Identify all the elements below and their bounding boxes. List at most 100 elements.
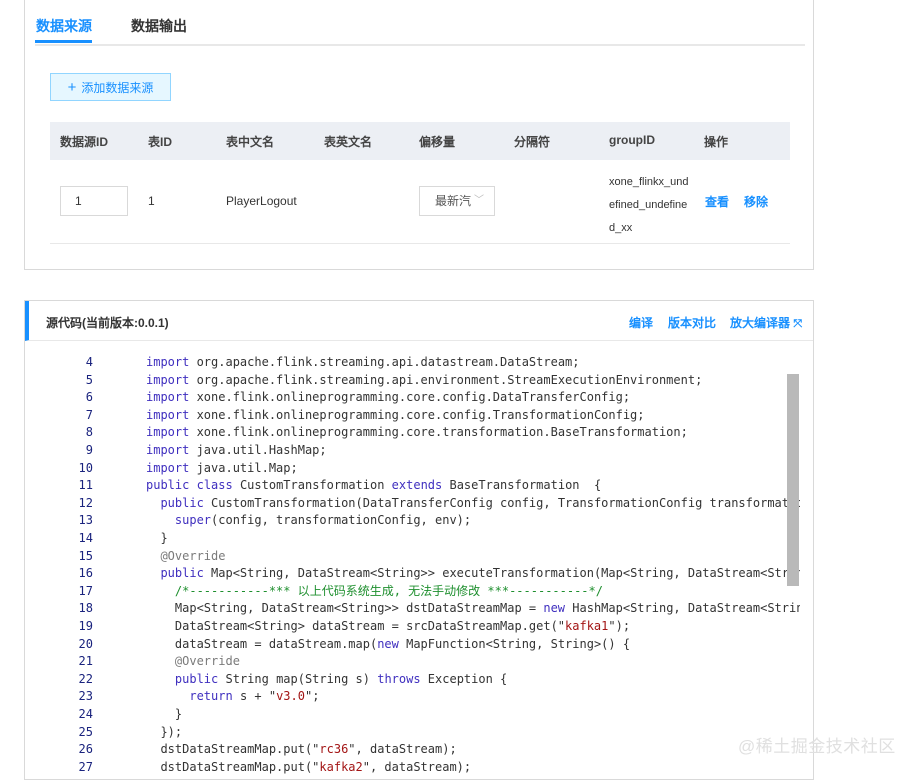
line-number: 26	[78, 742, 93, 757]
code-text: }	[146, 531, 168, 545]
code-line: 16 public Map<String, DataStream<String>…	[40, 565, 800, 583]
table-id-cell: 1	[148, 194, 155, 208]
source-code-panel: 源代码(当前版本:0.0.1) 编译 版本对比 放大编译器 ⤧ 4 import …	[24, 300, 814, 780]
line-number: 25	[78, 724, 93, 739]
code-text: import xone.flink.onlineprogramming.core…	[146, 425, 688, 440]
table-cn-name-cell: PlayerLogout	[226, 194, 297, 208]
line-number: 14	[78, 531, 93, 545]
line-number: 23	[78, 689, 93, 704]
offset-select-value: 最新汽	[435, 194, 472, 208]
line-number: 10	[78, 460, 93, 475]
editor-scrollbar[interactable]	[787, 374, 799, 586]
code-line: 8 import xone.flink.onlineprogramming.cor…	[40, 424, 800, 442]
code-text: DataStream<String> dataStream = srcDataS…	[146, 619, 631, 633]
code-line: 7 import xone.flink.onlineprogramming.cor…	[40, 407, 800, 425]
code-line: 5 import org.apache.flink.streaming.api.e…	[40, 372, 800, 390]
code-line: 23 return s + "v3.0";	[40, 688, 800, 706]
code-line: 18 Map<String, DataStream<String>> dstDa…	[40, 600, 800, 618]
line-number: 19	[78, 619, 93, 633]
code-line: 13 super(config, transformationConfig, e…	[40, 512, 800, 530]
code-text: }	[146, 707, 183, 721]
table-header: 数据源ID 表ID 表中文名 表英文名 偏移量 分隔符 groupID 操作	[50, 122, 790, 160]
code-text: });	[146, 724, 183, 739]
code-text: @Override	[146, 654, 240, 669]
code-line: 15 @Override	[40, 548, 800, 566]
code-text: import org.apache.flink.streaming.api.da…	[146, 355, 580, 369]
code-line: 25 });	[40, 724, 800, 742]
code-line: 19 DataStream<String> dataStream = srcDa…	[40, 618, 800, 636]
code-text: /*-----------*** 以上代码系统生成, 无法手动修改 ***---…	[146, 583, 603, 598]
watermark: @稀土掘金技术社区	[738, 737, 896, 756]
expand-editor-label: 放大编译器	[730, 316, 791, 330]
table-row: 1 1 PlayerLogout 最新汽 ﹀ xone_flinkx_undef…	[50, 160, 790, 244]
line-number: 4	[85, 355, 93, 369]
compile-button[interactable]: 编译	[629, 314, 653, 331]
header-source-id: 数据源ID	[60, 135, 109, 149]
header-separator: 分隔符	[514, 135, 551, 149]
line-number: 15	[78, 548, 93, 563]
code-line: 24 }	[40, 706, 800, 724]
code-line: 26 dstDataStreamMap.put("rc36", dataStre…	[40, 741, 800, 759]
code-text: @Override	[146, 548, 226, 563]
code-text: import java.util.HashMap;	[146, 443, 327, 457]
tab-data-source[interactable]: 数据来源	[36, 16, 92, 36]
source-code-title: 源代码(当前版本:0.0.1)	[46, 316, 169, 330]
code-text: Map<String, DataStream<String>> dstDataS…	[146, 601, 800, 616]
chevron-down-icon: ﹀	[474, 195, 484, 206]
line-number: 11	[78, 478, 93, 493]
code-line: 27 dstDataStreamMap.put("kafka2", dataSt…	[40, 759, 800, 777]
header-table-id: 表ID	[148, 135, 173, 149]
group-id-cell: xone_flinkx_undefined_undefined_xx	[609, 176, 689, 234]
code-line: 14 }	[40, 530, 800, 548]
line-number: 5	[85, 372, 93, 387]
code-line: 9 import java.util.HashMap;	[40, 442, 800, 460]
expand-editor-button[interactable]: 放大编译器 ⤧	[730, 314, 802, 331]
code-line: 20 dataStream = dataStream.map(new MapFu…	[40, 636, 800, 654]
line-number: 13	[78, 513, 93, 528]
source-id-input[interactable]: 1	[60, 186, 128, 216]
code-line: 17 /*-----------*** 以上代码系统生成, 无法手动修改 ***…	[40, 583, 800, 601]
header-group-id: groupID	[609, 133, 655, 147]
tab-data-output[interactable]: 数据输出	[131, 16, 187, 36]
code-text: import java.util.Map;	[146, 460, 298, 475]
add-data-source-label: 添加数据来源	[81, 80, 154, 95]
code-text: import xone.flink.onlineprogramming.core…	[146, 407, 645, 422]
code-text: public CustomTransformation(DataTransfer…	[160, 495, 800, 510]
code-line: 12 public CustomTransformation(DataTrans…	[40, 495, 800, 513]
line-number: 7	[85, 407, 93, 422]
line-number: 17	[78, 583, 93, 598]
line-number: 21	[78, 654, 93, 669]
code-text: public class CustomTransformation extend…	[146, 478, 602, 493]
line-number: 22	[78, 671, 93, 686]
plus-icon: +	[67, 78, 77, 96]
version-diff-button[interactable]: 版本对比	[668, 314, 716, 331]
code-line: 21 @Override	[40, 653, 800, 671]
line-number: 6	[85, 390, 93, 405]
code-text: public Map<String, DataStream<String>> e…	[160, 566, 800, 581]
header-actions: 操作	[704, 135, 729, 149]
code-line: 10 import java.util.Map;	[40, 460, 800, 478]
line-number: 16	[78, 566, 93, 581]
remove-link[interactable]: 移除	[744, 193, 768, 210]
header-offset: 偏移量	[419, 135, 456, 149]
expand-icon: ⤧	[793, 318, 803, 330]
tab-bar: 数据来源 数据输出	[35, 0, 805, 46]
line-number: 12	[78, 495, 93, 510]
code-text: super(config, transformationConfig, env)…	[174, 513, 472, 528]
offset-select[interactable]: 最新汽 ﹀	[419, 186, 495, 216]
code-editor[interactable]: 4 import org.apache.flink.streaming.api.d…	[40, 351, 800, 779]
code-text: dstDataStreamMap.put("kafka2", dataStrea…	[146, 759, 472, 774]
header-table-cn-name: 表中文名	[226, 135, 275, 149]
code-line: 11 public class CustomTransformation exte…	[40, 477, 800, 495]
view-link[interactable]: 查看	[705, 193, 729, 210]
line-number: 20	[78, 636, 93, 651]
active-tab-indicator	[35, 40, 92, 43]
add-data-source-button[interactable]: + 添加数据来源	[50, 73, 171, 101]
line-number: 8	[85, 425, 93, 440]
code-line: 4 import org.apache.flink.streaming.api.d…	[40, 354, 800, 372]
line-number: 27	[78, 759, 93, 774]
code-text: dstDataStreamMap.put("rc36", dataStream)…	[146, 742, 457, 757]
header-table-en-name: 表英文名	[324, 135, 373, 149]
source-code-header: 源代码(当前版本:0.0.1) 编译 版本对比 放大编译器 ⤧	[25, 301, 813, 341]
code-text: dataStream = dataStream.map(new MapFunct…	[146, 636, 631, 651]
